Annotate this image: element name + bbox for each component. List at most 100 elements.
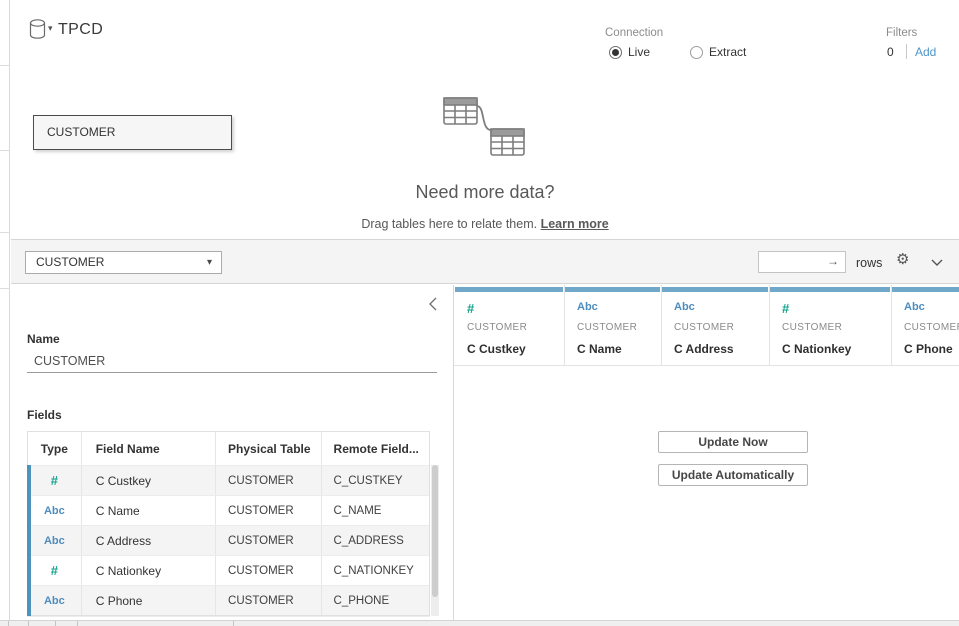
- column-header-physical-table: Physical Table: [215, 432, 320, 465]
- string-type-icon: Abc: [28, 595, 81, 607]
- filters-count: 0: [887, 45, 894, 59]
- database-icon[interactable]: [29, 19, 46, 39]
- table-row[interactable]: Abc C Address CUSTOMER C_ADDRESS: [28, 525, 429, 555]
- column-accent-bar: [565, 287, 660, 292]
- column-field-label: C Phone: [904, 342, 953, 356]
- field-name-cell: C Phone: [81, 586, 215, 615]
- column-field-label: C Address: [674, 342, 734, 356]
- column-table-label: CUSTOMER: [674, 322, 734, 333]
- gear-icon[interactable]: ⚙: [896, 252, 909, 267]
- number-type-icon: #: [467, 301, 474, 316]
- grid-column-c-phone[interactable]: Abc CUSTOMER C Phone: [892, 285, 959, 366]
- connection-label: Connection: [605, 27, 663, 39]
- number-type-icon: #: [782, 301, 789, 316]
- collapsed-left-pane[interactable]: [0, 0, 10, 620]
- chevron-down-icon[interactable]: [931, 259, 943, 266]
- strip-tick: [233, 621, 234, 626]
- extract-radio-label[interactable]: Extract: [709, 45, 746, 59]
- column-field-label: C Nationkey: [782, 342, 851, 356]
- logical-table-node[interactable]: CUSTOMER: [33, 115, 232, 150]
- fields-table: Type Field Name Physical Table Remote Fi…: [27, 431, 430, 616]
- remote-field-cell: C_CUSTKEY: [321, 466, 429, 495]
- rail-divider: [0, 288, 10, 289]
- apply-rows-arrow-icon[interactable]: →: [827, 254, 839, 268]
- column-table-label: CUSTOMER: [782, 322, 842, 333]
- empty-state-title: Need more data?: [11, 182, 959, 203]
- add-filter-link[interactable]: Add: [915, 45, 936, 59]
- column-table-label: CUSTOMER: [467, 322, 527, 333]
- empty-state-hint: Drag tables here to relate them. Learn m…: [11, 217, 959, 231]
- grid-column-c-custkey[interactable]: # CUSTOMER C Custkey: [455, 285, 565, 366]
- filters-label: Filters: [886, 27, 917, 39]
- live-radio-label[interactable]: Live: [628, 45, 650, 59]
- learn-more-link[interactable]: Learn more: [541, 217, 609, 231]
- strip-tick: [55, 621, 56, 626]
- datasource-title: TPCD: [58, 21, 103, 39]
- string-type-icon: Abc: [577, 301, 598, 313]
- filters-divider: [906, 44, 907, 59]
- empty-state-hint-text: Drag tables here to relate them.: [361, 217, 537, 231]
- extract-radio[interactable]: [690, 46, 703, 59]
- table-selector-dropdown[interactable]: CUSTOMER ▾: [25, 251, 222, 274]
- column-table-label: CUSTOMER: [577, 322, 637, 333]
- update-now-button[interactable]: Update Now: [658, 431, 808, 453]
- table-row[interactable]: # C Nationkey CUSTOMER C_NATIONKEY: [28, 555, 429, 585]
- update-automatically-button[interactable]: Update Automatically: [658, 464, 808, 486]
- fields-label: Fields: [27, 408, 62, 422]
- field-name-cell: C Name: [81, 496, 215, 525]
- rail-divider: [0, 150, 10, 151]
- table-selector-value: CUSTOMER: [36, 255, 104, 269]
- data-grid-header: # CUSTOMER C Custkey Abc CUSTOMER C Name…: [454, 285, 959, 366]
- field-name-cell: C Nationkey: [81, 556, 215, 585]
- string-type-icon: Abc: [674, 301, 695, 313]
- field-name-cell: C Custkey: [81, 466, 215, 495]
- table-row[interactable]: Abc C Phone CUSTOMER C_PHONE: [28, 585, 429, 615]
- collapse-panel-icon[interactable]: [428, 297, 437, 311]
- number-type-icon: #: [28, 473, 81, 488]
- live-radio[interactable]: [609, 46, 622, 59]
- string-type-icon: Abc: [28, 535, 81, 547]
- selected-rows-strip: [27, 465, 31, 616]
- physical-table-cell: CUSTOMER: [215, 526, 320, 555]
- rail-divider: [0, 65, 10, 66]
- table-row[interactable]: # C Custkey CUSTOMER C_CUSTKEY: [28, 465, 429, 495]
- fields-table-header: Type Field Name Physical Table Remote Fi…: [28, 432, 429, 465]
- physical-table-cell: CUSTOMER: [215, 496, 320, 525]
- rows-unit-label: rows: [856, 256, 882, 270]
- row-limit-input[interactable]: →: [758, 251, 846, 273]
- table-name-field[interactable]: CUSTOMER: [27, 351, 437, 373]
- remote-field-cell: C_ADDRESS: [321, 526, 429, 555]
- physical-table-cell: CUSTOMER: [215, 556, 320, 585]
- dropdown-caret-icon: ▾: [207, 252, 212, 273]
- table-row[interactable]: Abc C Name CUSTOMER C_NAME: [28, 495, 429, 525]
- remote-field-cell: C_NAME: [321, 496, 429, 525]
- grid-column-c-address[interactable]: Abc CUSTOMER C Address: [662, 285, 770, 366]
- grid-column-c-name[interactable]: Abc CUSTOMER C Name: [565, 285, 662, 366]
- strip-tick: [77, 621, 78, 626]
- column-header-field-name: Field Name: [81, 432, 215, 465]
- grid-column-c-nationkey[interactable]: # CUSTOMER C Nationkey: [770, 285, 892, 366]
- strip-tick: [8, 621, 9, 626]
- column-table-label: CUSTOMER: [904, 322, 959, 333]
- string-type-icon: Abc: [904, 301, 925, 313]
- string-type-icon: Abc: [28, 505, 81, 517]
- horizontal-scrollbar[interactable]: [0, 620, 959, 626]
- fields-table-scrollbar[interactable]: [431, 465, 439, 616]
- relate-tables-icon: [436, 95, 532, 159]
- tableau-datasource-page: ▾ TPCD Connection Live Extract Filters 0…: [0, 0, 959, 626]
- column-field-label: C Custkey: [467, 342, 526, 356]
- strip-tick: [28, 621, 29, 626]
- column-header-remote-field: Remote Field...: [321, 432, 429, 465]
- remote-field-cell: C_PHONE: [321, 586, 429, 615]
- remote-field-cell: C_NATIONKEY: [321, 556, 429, 585]
- physical-table-cell: CUSTOMER: [215, 466, 320, 495]
- column-accent-bar: [662, 287, 768, 292]
- number-type-icon: #: [28, 563, 81, 578]
- row-limit-field[interactable]: [761, 253, 827, 271]
- field-name-cell: C Address: [81, 526, 215, 555]
- database-menu-caret-icon[interactable]: ▾: [48, 23, 53, 34]
- column-accent-bar: [455, 287, 563, 292]
- column-header-type: Type: [28, 442, 81, 456]
- scrollbar-thumb[interactable]: [432, 465, 438, 597]
- column-field-label: C Name: [577, 342, 622, 356]
